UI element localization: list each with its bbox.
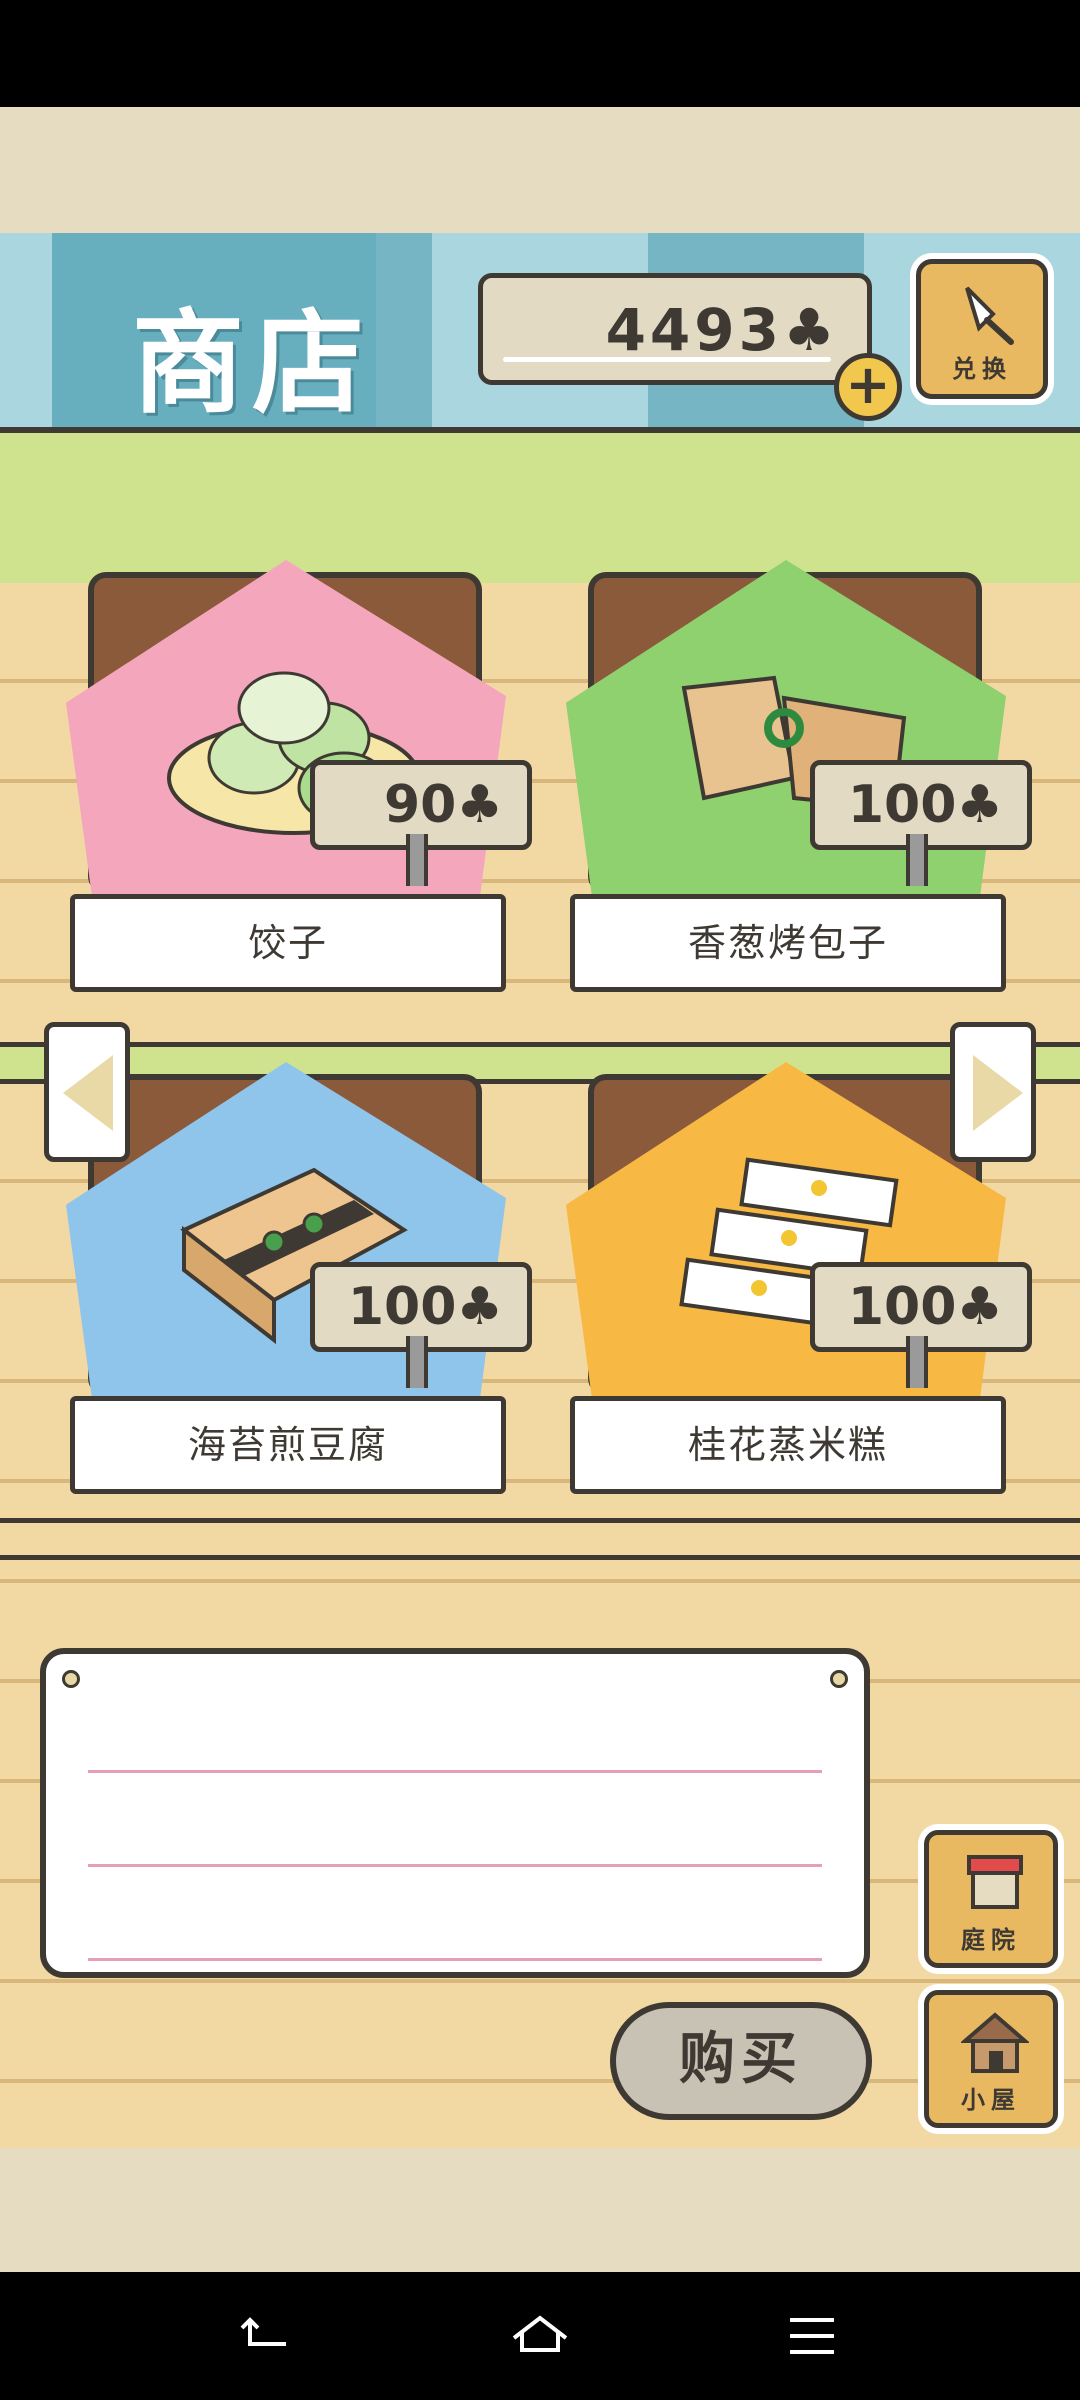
shop-header: 商店 4493♣ + 兑换 (0, 233, 1080, 433)
pin-dot (62, 1670, 80, 1688)
price-value: 100 (847, 775, 957, 835)
exchange-button[interactable]: 兑换 (916, 259, 1048, 399)
arrow-right-icon (973, 1055, 1023, 1131)
top-margin (0, 107, 1080, 233)
top-shelf-band (0, 433, 1080, 583)
prev-page-button[interactable] (44, 1022, 130, 1162)
system-nav-bar (0, 2272, 1080, 2400)
message-board (40, 1648, 870, 1978)
item-name: 桂花蒸米糕 (570, 1396, 1006, 1494)
ruled-line (88, 1958, 822, 1961)
tag-pin (906, 1336, 928, 1388)
item-name: 海苔煎豆腐 (70, 1396, 506, 1494)
back-icon[interactable] (236, 2304, 300, 2368)
clover-icon: ♣ (456, 775, 503, 835)
clover-icon: ♣ (956, 775, 1003, 835)
house-button[interactable]: 小屋 (924, 1990, 1058, 2128)
exchange-label: 兑换 (952, 355, 1012, 383)
coin-underline (503, 357, 831, 362)
title-panel: 商店 (52, 233, 376, 429)
arrow-left-icon (63, 1055, 113, 1131)
menu-icon[interactable] (780, 2304, 844, 2368)
coin-value: 4493♣ (606, 296, 839, 364)
yard-label: 庭院 (961, 1926, 1021, 1954)
shelf-divider (0, 1518, 1080, 1560)
item-name: 香葱烤包子 (570, 894, 1006, 992)
clover-icon: ♣ (956, 1277, 1003, 1337)
price-value: 100 (847, 1277, 957, 1337)
yard-button[interactable]: 庭院 (924, 1830, 1058, 1968)
ruled-line (88, 1770, 822, 1773)
house-icon (961, 2012, 1029, 2073)
tag-pin (906, 834, 928, 886)
buy-button[interactable]: 购买 (610, 2002, 872, 2120)
clover-icon: ♣ (456, 1277, 503, 1337)
bell-icon (965, 286, 1014, 345)
pin-dot (830, 1670, 848, 1688)
coin-amount: 4493 (605, 296, 783, 364)
tag-pin (406, 1336, 428, 1388)
ruled-line (88, 1864, 822, 1867)
status-bar (0, 0, 1080, 107)
clover-icon: ♣ (783, 296, 839, 364)
home-icon[interactable] (508, 2304, 572, 2368)
bottom-margin (0, 2148, 1080, 2272)
yard-icon (967, 1855, 1023, 1909)
item-name: 饺子 (70, 894, 506, 992)
page-title: 商店 (132, 299, 372, 429)
price-value: 90 (384, 775, 457, 835)
tag-pin (406, 834, 428, 886)
next-page-button[interactable] (950, 1022, 1036, 1162)
coin-balance: 4493♣ (478, 273, 872, 385)
house-label: 小屋 (961, 2086, 1021, 2114)
price-value: 100 (347, 1277, 457, 1337)
add-coins-button[interactable]: + (834, 353, 902, 421)
